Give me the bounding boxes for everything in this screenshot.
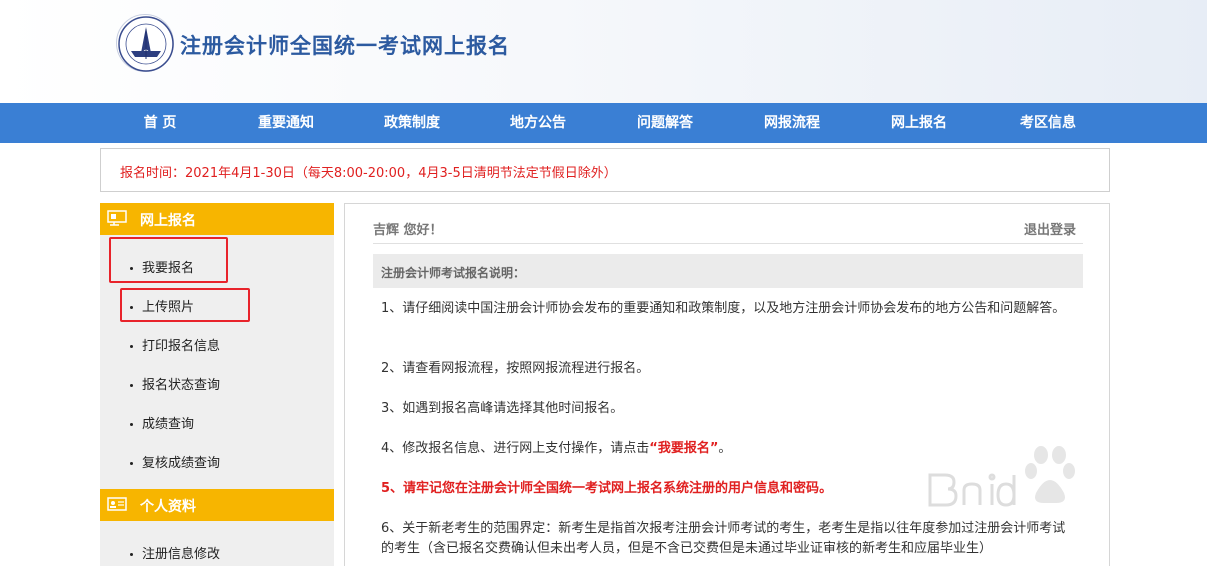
sidebar-item-score-query[interactable]: 成绩查询 bbox=[130, 413, 194, 432]
sidebar-header-label: 个人资料 bbox=[140, 499, 196, 515]
instruction-item-2: 2、请查看网报流程，按照网报流程进行报名。 bbox=[381, 361, 650, 376]
highlight-box-upload-photo bbox=[120, 288, 250, 322]
nav-policies[interactable]: 政策制度 bbox=[357, 103, 467, 143]
sidebar-item-edit-registration[interactable]: 注册信息修改 bbox=[130, 543, 220, 562]
sidebar-item-score-review[interactable]: 复核成绩查询 bbox=[130, 452, 220, 471]
sidebar-header-personal-info: 个人资料 bbox=[100, 489, 334, 521]
instruction-text: 。 bbox=[718, 441, 732, 456]
sidebar-item-label: 注册信息修改 bbox=[142, 547, 221, 562]
instruction-warning-text: 请牢记您在注册会计师全国统一考试网上报名系统注册的用户信息和密码 bbox=[403, 481, 820, 496]
sidebar-item-label: 成绩查询 bbox=[142, 417, 195, 432]
register-link-text[interactable]: “我要报名” bbox=[649, 441, 718, 456]
sidebar-item-print-info[interactable]: 打印报名信息 bbox=[130, 335, 220, 354]
nav-faq[interactable]: 问题解答 bbox=[610, 103, 720, 143]
instruction-text: 4、修改报名信息、进行网上支付操作，请点击 bbox=[381, 441, 650, 456]
logout-link[interactable]: 退出登录 bbox=[1024, 219, 1076, 238]
cicpa-logo bbox=[116, 14, 174, 72]
bullet-icon bbox=[130, 553, 133, 556]
sidebar-header-online-registration: 网上报名 bbox=[100, 203, 334, 235]
monitor-icon bbox=[107, 210, 127, 226]
bullet-icon bbox=[130, 345, 133, 348]
sidebar-item-status-query[interactable]: 报名状态查询 bbox=[130, 374, 220, 393]
nav-local-announcements[interactable]: 地方公告 bbox=[483, 103, 593, 143]
instruction-item-6: 6、关于新老考生的范围界定：新考生是指首次报考注册会计师考试的考生，老考生是指以… bbox=[381, 521, 1066, 556]
registration-notice: 报名时间：2021年4月1-30日（每天8:00-20:00，4月3-5日清明节… bbox=[100, 148, 1110, 192]
id-card-icon bbox=[107, 496, 127, 512]
bullet-icon bbox=[130, 462, 133, 465]
instruction-number: 5、 bbox=[381, 481, 404, 496]
bullet-icon bbox=[130, 423, 133, 426]
sidebar-header-label: 网上报名 bbox=[140, 213, 196, 229]
instruction-item-5: 5、请牢记您在注册会计师全国统一考试网上报名系统注册的用户信息和密码。 bbox=[381, 479, 1071, 499]
instruction-item-1: 1、请仔细阅读中国注册会计师协会发布的重要通知和政策制度，以及地方注册会计师协会… bbox=[381, 301, 1066, 316]
registration-time-text: 报名时间：2021年4月1-30日（每天8:00-20:00，4月3-5日清明节… bbox=[120, 166, 617, 181]
main-content: 吉辉 您好！ 退出登录 注册会计师考试报名说明： 1、请仔细阅读中国注册会计师协… bbox=[344, 203, 1110, 566]
nav-online-registration[interactable]: 网上报名 bbox=[864, 103, 974, 143]
site-header: 注册会计师全国统一考试网上报名 bbox=[0, 0, 1207, 103]
user-greeting: 吉辉 您好！ bbox=[373, 223, 443, 238]
nav-home[interactable]: 首 页 bbox=[105, 103, 215, 143]
bullet-icon bbox=[130, 384, 133, 387]
nav-exam-area-info[interactable]: 考区信息 bbox=[993, 103, 1103, 143]
divider bbox=[373, 243, 1083, 244]
sidebar-item-label: 打印报名信息 bbox=[142, 339, 221, 354]
highlight-box-register bbox=[109, 237, 228, 283]
instruction-item-3: 3、如遇到报名高峰请选择其他时间报名。 bbox=[381, 401, 624, 416]
main-nav: 首 页 重要通知 政策制度 地方公告 问题解答 网报流程 网上报名 考区信息 bbox=[0, 103, 1207, 143]
instruction-text: 。 bbox=[819, 481, 833, 496]
site-title: 注册会计师全国统一考试网上报名 bbox=[180, 34, 510, 58]
instruction-item-4: 4、修改报名信息、进行网上支付操作，请点击“我要报名”。 bbox=[381, 439, 1071, 459]
sidebar-item-label: 复核成绩查询 bbox=[142, 456, 221, 471]
instructions-header: 注册会计师考试报名说明： bbox=[373, 254, 1083, 288]
sidebar-item-label: 报名状态查询 bbox=[142, 378, 221, 393]
nav-important-notices[interactable]: 重要通知 bbox=[231, 103, 341, 143]
instructions-title: 注册会计师考试报名说明： bbox=[381, 266, 526, 280]
nav-registration-process[interactable]: 网报流程 bbox=[737, 103, 847, 143]
